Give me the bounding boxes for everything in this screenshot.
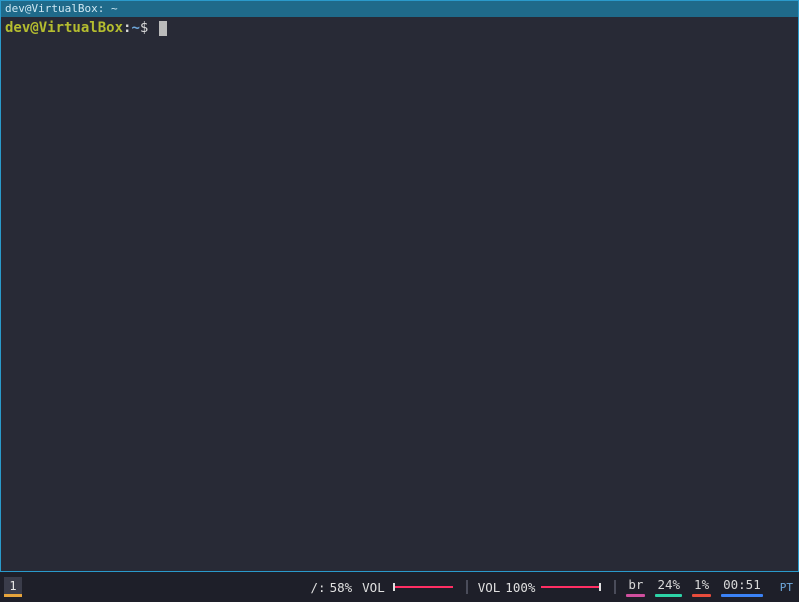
cursor-icon bbox=[159, 21, 167, 36]
workspace-badge[interactable]: 1 bbox=[4, 577, 22, 597]
net-underline-icon bbox=[626, 594, 645, 597]
volume-value-2: 100% bbox=[505, 580, 535, 595]
volume-widget-1[interactable]: VOL bbox=[362, 580, 456, 595]
volume-widget-2[interactable]: VOL 100% bbox=[478, 580, 605, 595]
prompt-path: ~ bbox=[131, 20, 139, 36]
volume-label-1: VOL bbox=[362, 580, 385, 595]
battery-underline-icon bbox=[655, 594, 682, 597]
cpu-underline-icon bbox=[692, 594, 711, 597]
disk-label: /: bbox=[311, 580, 326, 595]
volume-slider-1[interactable] bbox=[393, 586, 453, 588]
cpu-value: 1% bbox=[692, 577, 711, 594]
terminal-body[interactable]: dev@VirtualBox:~$ bbox=[1, 17, 798, 571]
prompt-user-host: dev@VirtualBox bbox=[5, 20, 123, 36]
keyboard-layout-indicator[interactable]: PT bbox=[780, 581, 793, 594]
workspace-number: 1 bbox=[9, 579, 16, 593]
window-titlebar[interactable]: dev@VirtualBox: ~ bbox=[1, 1, 798, 17]
volume-knob-2[interactable] bbox=[599, 583, 601, 591]
net-label: br bbox=[626, 577, 645, 594]
battery-widget[interactable]: 24% bbox=[655, 577, 682, 597]
window-title: dev@VirtualBox: ~ bbox=[5, 2, 118, 15]
net-widget[interactable]: br bbox=[626, 577, 645, 597]
disk-widget[interactable]: /: 58% bbox=[311, 580, 353, 595]
volume-slider-2[interactable] bbox=[541, 586, 601, 588]
prompt-symbol: $ bbox=[140, 20, 148, 36]
clock-value: 00:51 bbox=[721, 577, 763, 594]
status-bar: 1 /: 58% VOL VOL 100% br 24% 1% 00:51 bbox=[0, 572, 799, 602]
disk-value: 58% bbox=[330, 580, 353, 595]
clock-underline-icon bbox=[721, 594, 763, 597]
volume-label-2: VOL bbox=[478, 580, 501, 595]
separator-icon bbox=[466, 580, 468, 594]
clock-widget[interactable]: 00:51 bbox=[721, 577, 763, 597]
separator-icon bbox=[614, 580, 616, 594]
volume-knob-1[interactable] bbox=[393, 583, 395, 591]
terminal-window: dev@VirtualBox: ~ dev@VirtualBox:~$ bbox=[0, 0, 799, 572]
keyboard-layout-value: PT bbox=[780, 581, 793, 594]
cpu-widget[interactable]: 1% bbox=[692, 577, 711, 597]
battery-value: 24% bbox=[655, 577, 682, 594]
